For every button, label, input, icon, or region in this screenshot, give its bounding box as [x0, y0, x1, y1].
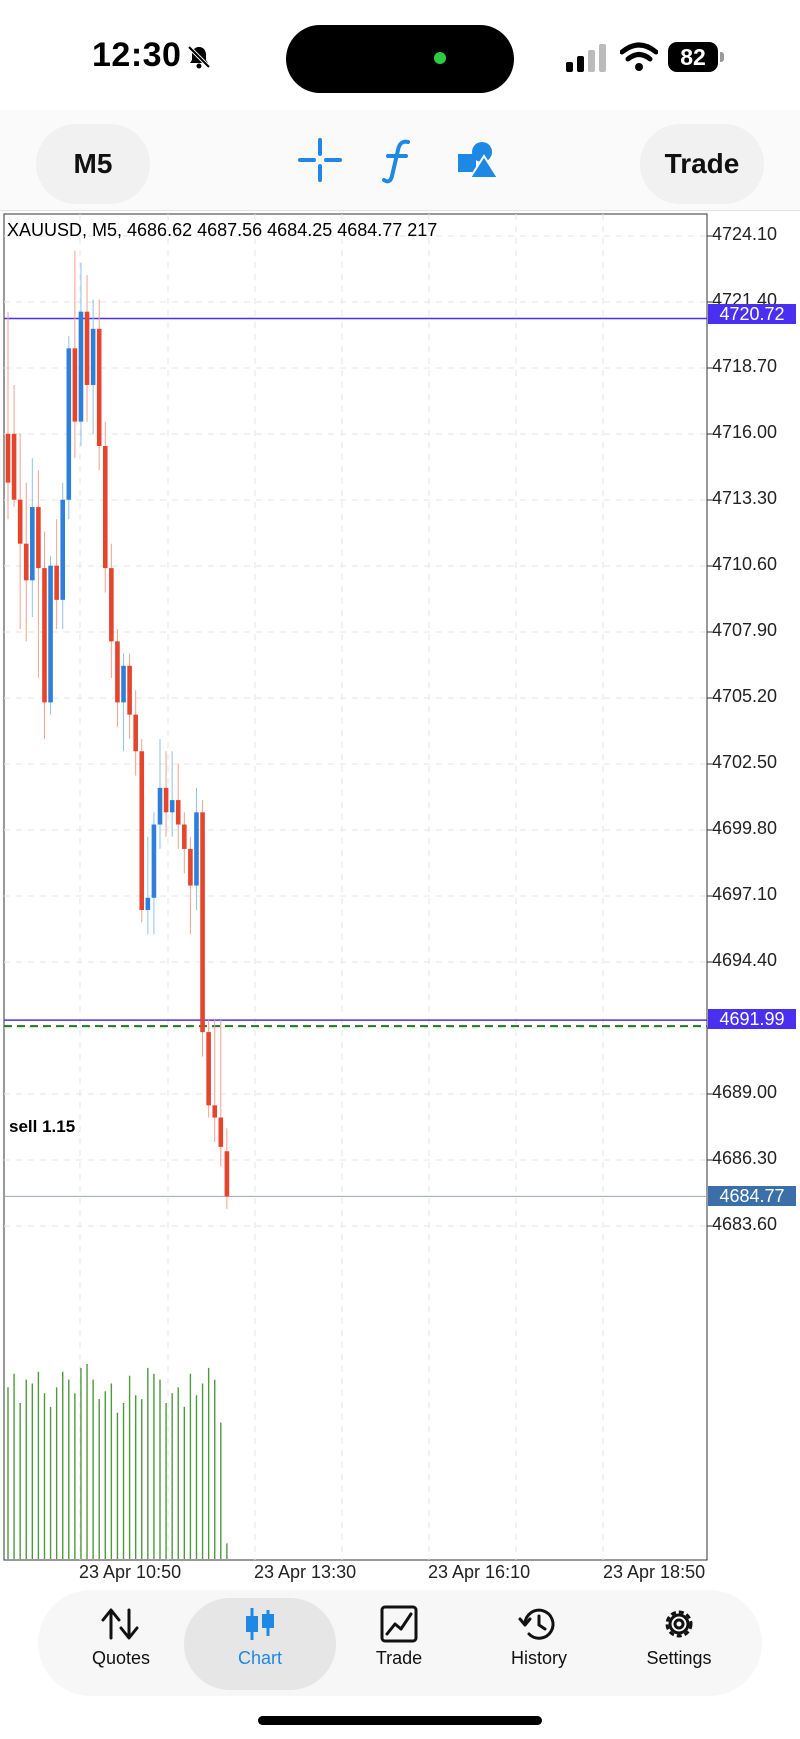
- current-price-tag: 4684.77: [708, 1186, 796, 1206]
- candle-body: [157, 787, 163, 825]
- dynamic-island: [286, 25, 514, 93]
- candle-body: [139, 751, 145, 910]
- candle-body: [36, 507, 41, 569]
- candle-body: [72, 348, 78, 422]
- candle-body: [194, 812, 199, 886]
- tab-settings-label: Settings: [646, 1648, 712, 1668]
- tab-trade[interactable]: Trade: [326, 1598, 472, 1690]
- quotes-icon: [101, 1608, 139, 1640]
- candle-body: [200, 812, 205, 1033]
- trade-chart-icon: [380, 1605, 418, 1643]
- time-tick: 23 Apr 13:30: [254, 1562, 357, 1582]
- candle-body: [175, 800, 181, 825]
- candle-body: [206, 1032, 211, 1106]
- price-tick: 4689.00: [712, 1082, 778, 1102]
- candle-body: [218, 1117, 224, 1147]
- candle-body: [133, 714, 138, 752]
- battery-level: 82: [668, 42, 718, 72]
- candles-icon: [246, 1608, 274, 1640]
- battery-cap: [720, 52, 724, 62]
- crosshair-icon[interactable]: [290, 130, 350, 190]
- candle-body: [121, 665, 126, 703]
- price-tick: 4702.50: [712, 752, 778, 772]
- tab-settings[interactable]: Settings: [606, 1598, 752, 1690]
- candle-body: [84, 311, 90, 385]
- price-tick: 4724.10: [712, 224, 778, 244]
- home-indicator: [258, 1716, 542, 1725]
- tab-history[interactable]: History: [466, 1598, 612, 1690]
- candle-body: [188, 848, 193, 886]
- candle-body: [127, 665, 132, 715]
- chart-symbol-header: XAUUSD, M5, 4686.62 4687.56 4684.25 4684…: [7, 220, 438, 240]
- price-tick: 4718.70: [712, 356, 778, 376]
- candle-body: [48, 565, 53, 703]
- wifi-icon: [620, 42, 658, 71]
- candle-body: [54, 565, 59, 600]
- gear-icon: [665, 1610, 693, 1638]
- trade-button[interactable]: Trade: [640, 124, 764, 204]
- order-label[interactable]: sell 1.15: [9, 1117, 75, 1137]
- chart-toolbar: M5 Trade: [0, 110, 800, 211]
- battery-indicator: 82: [668, 42, 726, 72]
- silent-bell-icon: [187, 45, 211, 69]
- candle-body: [66, 348, 72, 500]
- price-tick: 4697.10: [712, 884, 778, 904]
- candle-body: [60, 499, 66, 600]
- shapes-icon[interactable]: [446, 130, 506, 190]
- cellular-signal-icon: [566, 44, 606, 72]
- status-time: 12:30: [92, 36, 182, 74]
- candle-body: [169, 800, 175, 813]
- level-price-tag[interactable]: 4720.72: [708, 304, 796, 324]
- tab-quotes-label: Quotes: [91, 1648, 151, 1668]
- chart-canvas[interactable]: [0, 212, 800, 1582]
- bottom-tab-bar: Quotes Chart Trade History Settings: [38, 1590, 762, 1696]
- time-tick: 23 Apr 18:50: [603, 1562, 706, 1582]
- history-icon: [518, 1608, 555, 1640]
- candle-body: [96, 328, 102, 447]
- price-tick: 4699.80: [712, 818, 778, 838]
- candle-body: [5, 433, 11, 483]
- candle-body: [11, 433, 17, 500]
- tab-chart-label: Chart: [237, 1648, 282, 1668]
- price-tick: 4694.40: [712, 950, 778, 970]
- plot-frame: [3, 213, 708, 1561]
- candle-body: [109, 568, 114, 642]
- tab-history-label: History: [510, 1648, 567, 1668]
- candle-body: [115, 641, 120, 703]
- candle-body: [30, 507, 35, 581]
- price-tick: 4710.60: [712, 554, 778, 574]
- tab-trade-label: Trade: [375, 1648, 423, 1668]
- price-tick: 4713.30: [712, 488, 778, 508]
- candle-body: [42, 568, 47, 703]
- order-price-tag[interactable]: 4691.99: [708, 1009, 796, 1029]
- price-tick: 4705.20: [712, 686, 778, 706]
- candle-body: [224, 1151, 230, 1197]
- time-tick: 23 Apr 10:50: [79, 1562, 182, 1582]
- tab-chart[interactable]: Chart: [184, 1598, 336, 1690]
- candle-body: [23, 543, 29, 581]
- time-tick: 23 Apr 16:10: [428, 1562, 531, 1582]
- status-bar: 12:30 82: [0, 0, 800, 110]
- tab-quotes[interactable]: Quotes: [48, 1598, 194, 1690]
- price-chart[interactable]: XAUUSD, M5, 4686.62 4687.56 4684.25 4684…: [0, 212, 800, 1582]
- price-tick: 4707.90: [712, 620, 778, 640]
- candle-body: [145, 897, 151, 910]
- price-tick: 4683.60: [712, 1214, 778, 1234]
- timeframe-button[interactable]: M5: [36, 124, 150, 204]
- candle-body: [163, 787, 169, 813]
- price-tick: 4716.00: [712, 422, 778, 442]
- candle-body: [78, 311, 84, 422]
- candle-body: [212, 1105, 218, 1118]
- function-icon[interactable]: [368, 130, 428, 190]
- candle-body: [17, 499, 23, 544]
- candle-body: [102, 446, 108, 569]
- price-tick: 4686.30: [712, 1148, 778, 1168]
- candle-body: [182, 824, 187, 849]
- candle-body: [151, 824, 157, 898]
- camera-indicator-dot: [434, 52, 446, 64]
- candle-body: [90, 328, 96, 385]
